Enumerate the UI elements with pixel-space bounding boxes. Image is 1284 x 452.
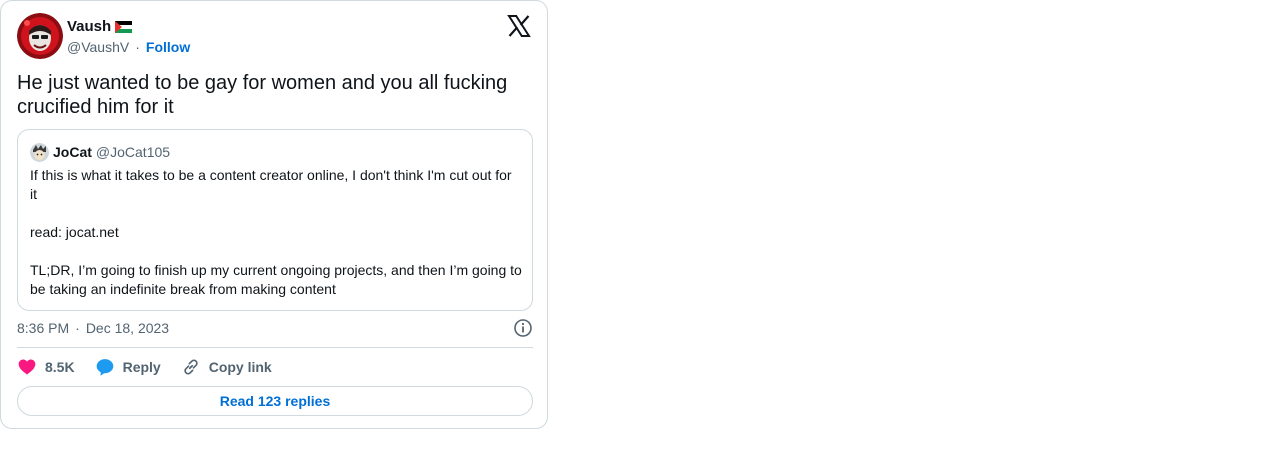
- tweet-text: He just wanted to be gay for women and y…: [17, 72, 508, 118]
- tweet-header: Vaush @VaushV · Follow: [17, 13, 531, 61]
- reply-button[interactable]: Reply: [95, 357, 161, 377]
- quoted-author-name: JoCat: [53, 144, 92, 160]
- quoted-tweet-body: If this is what it takes to be a content…: [30, 166, 522, 299]
- divider: [17, 347, 533, 348]
- reply-label: Reply: [122, 359, 161, 375]
- reply-bubble-icon: [96, 359, 113, 376]
- quoted-author-handle: @JoCat105: [95, 144, 171, 160]
- separator-dot: ·: [75, 320, 80, 336]
- quoted-paragraph: read: jocat.net: [30, 224, 119, 240]
- palestine-flag-icon: [115, 20, 133, 33]
- embedded-tweet-card: Vaush @VaushV · Follow He just wanted to…: [0, 0, 548, 429]
- follow-button[interactable]: Follow: [146, 39, 190, 55]
- info-icon[interactable]: [513, 318, 533, 338]
- copy-link-label: Copy link: [208, 359, 272, 375]
- copy-link-button[interactable]: Copy link: [181, 357, 272, 377]
- author-block: Vaush @VaushV · Follow: [67, 16, 190, 58]
- read-replies-button[interactable]: Read 123 replies: [17, 386, 533, 416]
- tweet-timestamp: 8:36 PM · Dec 18, 2023: [17, 318, 533, 338]
- heart-icon: [18, 359, 36, 375]
- timestamp-date[interactable]: Dec 18, 2023: [86, 320, 169, 336]
- like-count: 8.5K: [45, 359, 75, 375]
- quoted-tweet[interactable]: JoCat @JoCat105 If this is what it takes…: [17, 129, 533, 311]
- timestamp-time[interactable]: 8:36 PM: [17, 320, 69, 336]
- link-icon: [183, 359, 198, 375]
- author-name[interactable]: Vaush: [67, 18, 111, 35]
- quoted-paragraph: TL;DR, I’m going to finish up my current…: [30, 262, 522, 297]
- x-logo-icon[interactable]: [507, 14, 531, 38]
- separator-dot: ·: [135, 39, 140, 55]
- action-bar: 8.5K Reply Copy link: [17, 356, 292, 378]
- avatar[interactable]: [17, 13, 63, 59]
- quoted-paragraph: If this is what it takes to be a content…: [30, 167, 512, 202]
- like-button[interactable]: 8.5K: [17, 357, 75, 377]
- quoted-tweet-header: JoCat @JoCat105: [30, 142, 170, 162]
- quoted-avatar: [30, 142, 49, 162]
- author-handle[interactable]: @VaushV: [67, 39, 129, 55]
